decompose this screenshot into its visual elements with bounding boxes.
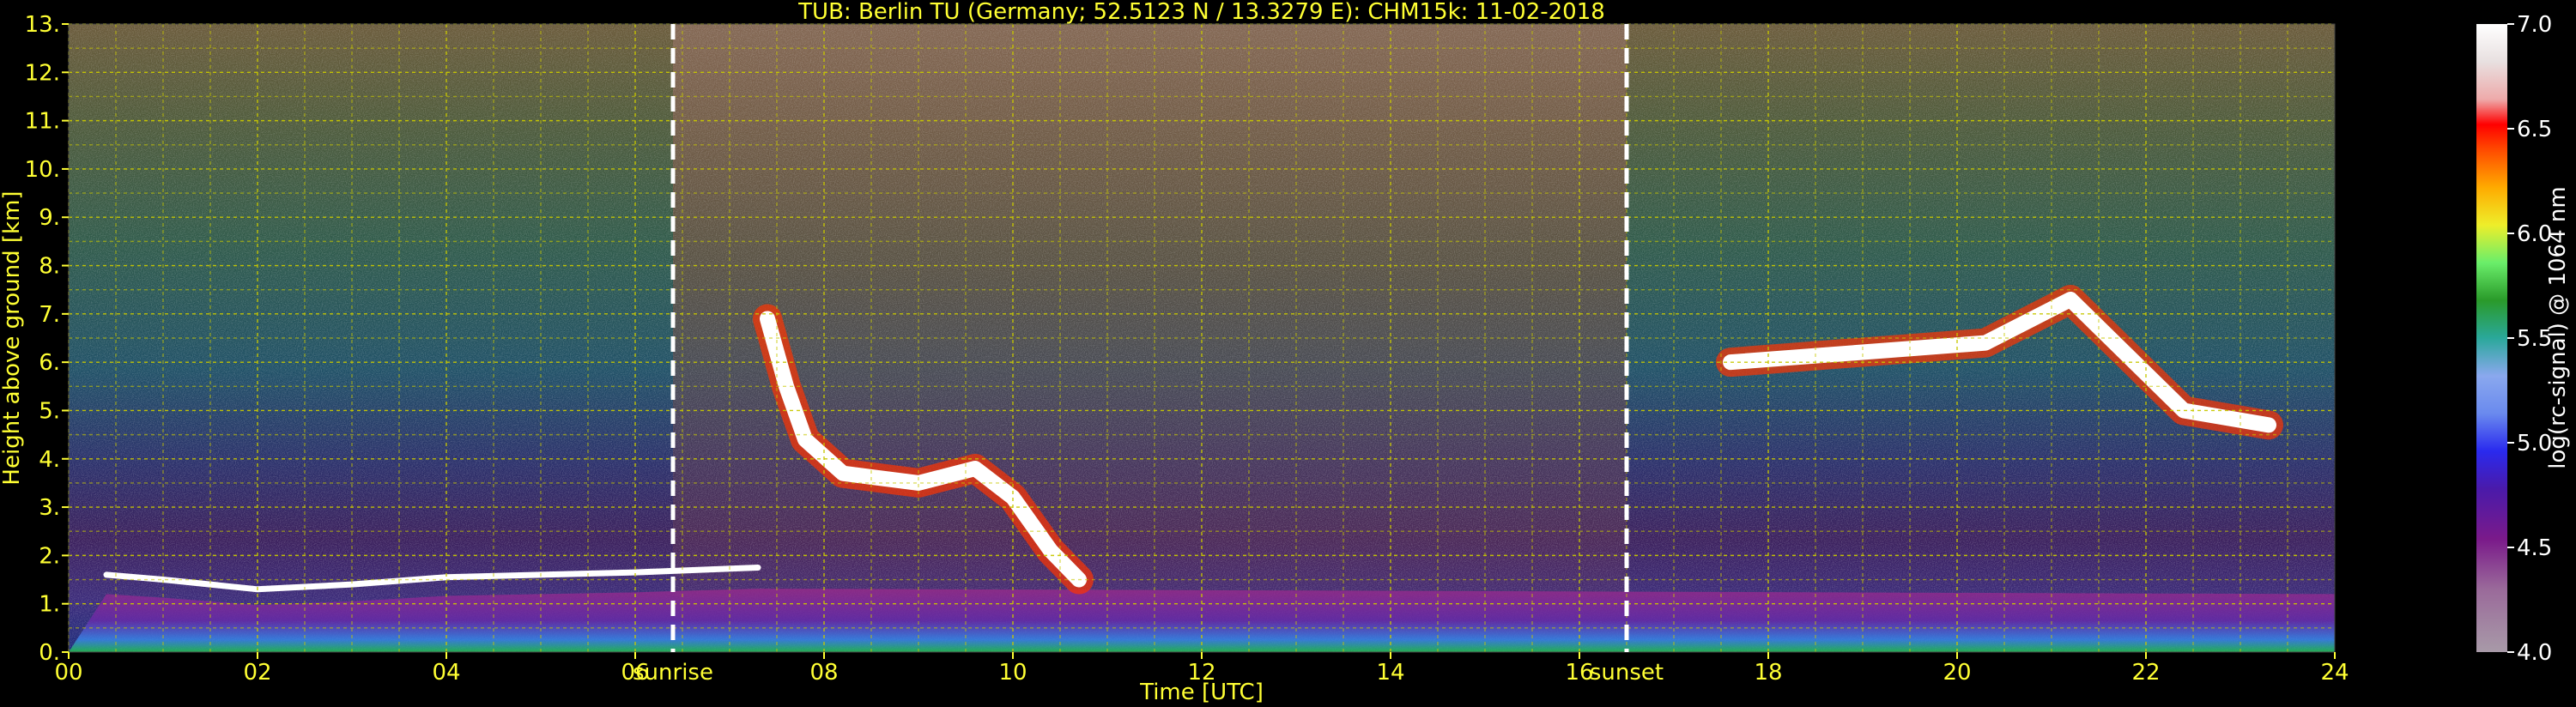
colorbar: 4.04.55.05.56.06.57.0 log(rc-signal) @ 1… xyxy=(2476,12,2571,666)
y-tick-label: 13. xyxy=(25,12,60,38)
y-tick-label: 12. xyxy=(25,60,60,86)
y-tick-label: 5. xyxy=(39,398,60,424)
sunset-label: sunset xyxy=(1590,660,1664,686)
y-tick-label: 8. xyxy=(39,254,60,280)
y-tick-label: 3. xyxy=(39,495,60,521)
colorbar-label: log(rc-signal) @ 1064 nm xyxy=(2545,186,2571,468)
colorbar-tick-label: 7.0 xyxy=(2517,12,2552,38)
colorbar-tick-label: 6.5 xyxy=(2517,117,2552,142)
x-tick-label: 06 xyxy=(621,660,649,686)
y-tick-label: 9. xyxy=(39,205,60,231)
x-axis-label: Time [UTC] xyxy=(1139,680,1264,705)
y-tick-label: 7. xyxy=(39,302,60,328)
y-tick-label: 4. xyxy=(39,447,60,473)
y-axis-label: Height above ground [km] xyxy=(0,190,25,485)
y-tick-label: 10. xyxy=(25,157,60,183)
x-tick-label: 20 xyxy=(1943,660,1971,686)
chart-title: TUB: Berlin TU (Germany; 52.5123 N / 13.… xyxy=(797,0,1605,25)
y-tick-label: 1. xyxy=(39,592,60,618)
x-tick-label: 16 xyxy=(1565,660,1593,686)
lidar-chart: sunrise sunset 00 02 04 06 08 10 12 14 16 18 20 22 24… xyxy=(0,0,2571,705)
colorbar-tick-label: 4.0 xyxy=(2517,640,2552,666)
x-tick-label: 24 xyxy=(2320,660,2349,686)
colorbar-gradient xyxy=(2476,24,2507,652)
x-tick-label: 22 xyxy=(2131,660,2160,686)
y-tick-label: 2. xyxy=(39,543,60,569)
x-tick-label: 10 xyxy=(998,660,1027,686)
x-tick-label: 18 xyxy=(1754,660,1782,686)
colorbar-tick-label: 4.5 xyxy=(2517,535,2552,561)
y-tick-label: 11. xyxy=(25,109,60,135)
x-tick-label: 02 xyxy=(243,660,271,686)
y-tick-label: 0. xyxy=(39,640,60,666)
x-tick-label: 08 xyxy=(809,660,838,686)
y-tick-label: 6. xyxy=(39,350,60,376)
x-tick-label: 04 xyxy=(432,660,460,686)
x-tick-label: 14 xyxy=(1376,660,1404,686)
y-axis-ticks: 0. 1. 2. 3. 4. 5. 6. 7. 8. 9. 10. 11. 12. 13. xyxy=(25,12,69,666)
